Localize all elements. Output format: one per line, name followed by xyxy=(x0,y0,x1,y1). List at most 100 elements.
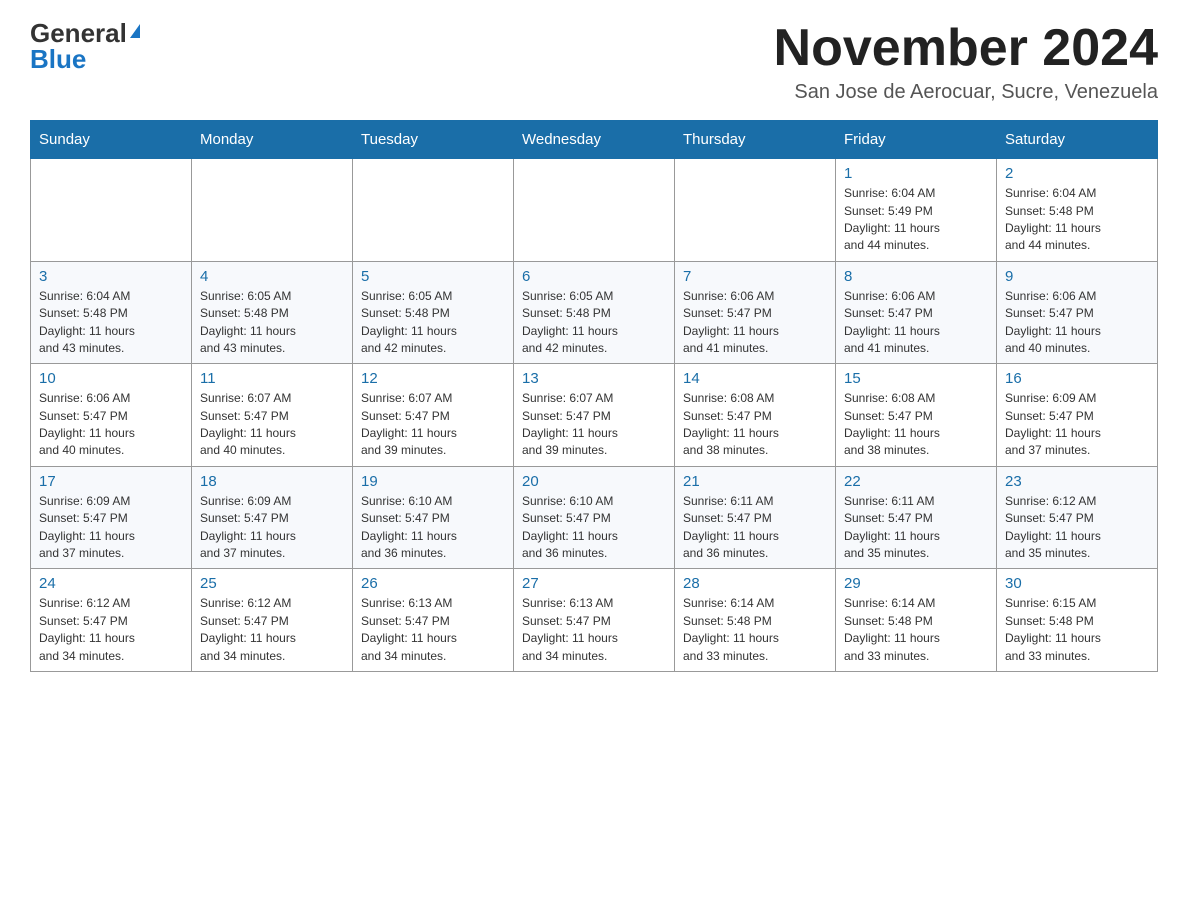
day-info: Sunrise: 6:04 AMSunset: 5:49 PMDaylight:… xyxy=(844,185,988,255)
day-number: 14 xyxy=(683,370,827,387)
day-header-monday: Monday xyxy=(192,121,353,159)
logo-triangle-icon xyxy=(130,24,140,38)
day-number: 2 xyxy=(1005,165,1149,182)
day-number: 7 xyxy=(683,268,827,285)
day-info: Sunrise: 6:14 AMSunset: 5:48 PMDaylight:… xyxy=(683,595,827,665)
day-number: 9 xyxy=(1005,268,1149,285)
calendar-cell: 28 Sunrise: 6:14 AMSunset: 5:48 PMDayligh… xyxy=(675,569,836,672)
day-info: Sunrise: 6:05 AMSunset: 5:48 PMDaylight:… xyxy=(361,288,505,358)
day-number: 13 xyxy=(522,370,666,387)
day-number: 3 xyxy=(39,268,183,285)
calendar-cell: 26 Sunrise: 6:13 AMSunset: 5:47 PMDayligh… xyxy=(353,569,514,672)
day-info: Sunrise: 6:06 AMSunset: 5:47 PMDaylight:… xyxy=(683,288,827,358)
calendar-cell: 27Sunrise: 6:13 AMSunset: 5:47 PMDayligh… xyxy=(514,569,675,672)
calendar-cell: 5 Sunrise: 6:05 AMSunset: 5:48 PMDaylight… xyxy=(353,261,514,364)
day-header-sunday: Sunday xyxy=(31,121,192,159)
day-info: Sunrise: 6:05 AMSunset: 5:48 PMDaylight:… xyxy=(522,288,666,358)
day-number: 12 xyxy=(361,370,505,387)
calendar-cell: 7 Sunrise: 6:06 AMSunset: 5:47 PMDaylight… xyxy=(675,261,836,364)
calendar-cell: 6 Sunrise: 6:05 AMSunset: 5:48 PMDaylight… xyxy=(514,261,675,364)
calendar-cell: 29 Sunrise: 6:14 AMSunset: 5:48 PMDayligh… xyxy=(836,569,997,672)
calendar-cell: 30Sunrise: 6:15 AMSunset: 5:48 PMDayligh… xyxy=(997,569,1158,672)
day-info: Sunrise: 6:13 AMSunset: 5:47 PMDaylight:… xyxy=(361,595,505,665)
calendar-cell: 19 Sunrise: 6:10 AMSunset: 5:47 PMDayligh… xyxy=(353,466,514,569)
calendar-cell: 22Sunrise: 6:11 AMSunset: 5:47 PMDayligh… xyxy=(836,466,997,569)
day-number: 25 xyxy=(200,575,344,592)
day-number: 5 xyxy=(361,268,505,285)
calendar-cell: 25 Sunrise: 6:12 AMSunset: 5:47 PMDayligh… xyxy=(192,569,353,672)
calendar-cell: 11Sunrise: 6:07 AMSunset: 5:47 PMDayligh… xyxy=(192,364,353,467)
day-info: Sunrise: 6:10 AMSunset: 5:47 PMDaylight:… xyxy=(361,493,505,563)
calendar-cell: 13Sunrise: 6:07 AMSunset: 5:47 PMDayligh… xyxy=(514,364,675,467)
day-header-wednesday: Wednesday xyxy=(514,121,675,159)
day-number: 20 xyxy=(522,473,666,490)
day-number: 28 xyxy=(683,575,827,592)
day-info: Sunrise: 6:09 AMSunset: 5:47 PMDaylight:… xyxy=(1005,390,1149,460)
day-info: Sunrise: 6:11 AMSunset: 5:47 PMDaylight:… xyxy=(844,493,988,563)
day-info: Sunrise: 6:07 AMSunset: 5:47 PMDaylight:… xyxy=(361,390,505,460)
calendar-cell xyxy=(353,159,514,262)
calendar-cell: 2 Sunrise: 6:04 AMSunset: 5:48 PMDaylight… xyxy=(997,159,1158,262)
week-row-4: 17 Sunrise: 6:09 AMSunset: 5:47 PMDayligh… xyxy=(31,466,1158,569)
week-row-2: 3Sunrise: 6:04 AMSunset: 5:48 PMDaylight… xyxy=(31,261,1158,364)
day-info: Sunrise: 6:09 AMSunset: 5:47 PMDaylight:… xyxy=(39,493,183,563)
week-row-5: 24 Sunrise: 6:12 AMSunset: 5:47 PMDayligh… xyxy=(31,569,1158,672)
calendar-cell: 20 Sunrise: 6:10 AMSunset: 5:47 PMDayligh… xyxy=(514,466,675,569)
day-info: Sunrise: 6:06 AMSunset: 5:47 PMDaylight:… xyxy=(844,288,988,358)
day-info: Sunrise: 6:04 AMSunset: 5:48 PMDaylight:… xyxy=(1005,185,1149,255)
calendar-header-row: SundayMondayTuesdayWednesdayThursdayFrid… xyxy=(31,121,1158,159)
calendar-table: SundayMondayTuesdayWednesdayThursdayFrid… xyxy=(30,120,1158,672)
calendar-cell: 1 Sunrise: 6:04 AMSunset: 5:49 PMDaylight… xyxy=(836,159,997,262)
day-info: Sunrise: 6:09 AMSunset: 5:47 PMDaylight:… xyxy=(200,493,344,563)
day-number: 23 xyxy=(1005,473,1149,490)
day-number: 18 xyxy=(200,473,344,490)
day-number: 24 xyxy=(39,575,183,592)
day-header-tuesday: Tuesday xyxy=(353,121,514,159)
day-info: Sunrise: 6:14 AMSunset: 5:48 PMDaylight:… xyxy=(844,595,988,665)
calendar-cell: 3Sunrise: 6:04 AMSunset: 5:48 PMDaylight… xyxy=(31,261,192,364)
day-header-friday: Friday xyxy=(836,121,997,159)
calendar-cell: 15 Sunrise: 6:08 AMSunset: 5:47 PMDayligh… xyxy=(836,364,997,467)
week-row-3: 10Sunrise: 6:06 AMSunset: 5:47 PMDayligh… xyxy=(31,364,1158,467)
day-number: 15 xyxy=(844,370,988,387)
calendar-cell: 12 Sunrise: 6:07 AMSunset: 5:47 PMDayligh… xyxy=(353,364,514,467)
calendar-cell: 18 Sunrise: 6:09 AMSunset: 5:47 PMDayligh… xyxy=(192,466,353,569)
calendar-cell: 4Sunrise: 6:05 AMSunset: 5:48 PMDaylight… xyxy=(192,261,353,364)
day-info: Sunrise: 6:07 AMSunset: 5:47 PMDaylight:… xyxy=(200,390,344,460)
location-title: San Jose de Aerocuar, Sucre, Venezuela xyxy=(774,81,1158,104)
calendar-cell: 23 Sunrise: 6:12 AMSunset: 5:47 PMDayligh… xyxy=(997,466,1158,569)
calendar-cell: 17 Sunrise: 6:09 AMSunset: 5:47 PMDayligh… xyxy=(31,466,192,569)
day-info: Sunrise: 6:10 AMSunset: 5:47 PMDaylight:… xyxy=(522,493,666,563)
day-info: Sunrise: 6:06 AMSunset: 5:47 PMDaylight:… xyxy=(1005,288,1149,358)
day-info: Sunrise: 6:08 AMSunset: 5:47 PMDaylight:… xyxy=(683,390,827,460)
day-number: 26 xyxy=(361,575,505,592)
day-number: 1 xyxy=(844,165,988,182)
day-info: Sunrise: 6:08 AMSunset: 5:47 PMDaylight:… xyxy=(844,390,988,460)
day-info: Sunrise: 6:12 AMSunset: 5:47 PMDaylight:… xyxy=(1005,493,1149,563)
day-number: 8 xyxy=(844,268,988,285)
day-number: 17 xyxy=(39,473,183,490)
day-number: 29 xyxy=(844,575,988,592)
calendar-cell xyxy=(675,159,836,262)
day-number: 10 xyxy=(39,370,183,387)
day-number: 19 xyxy=(361,473,505,490)
month-title: November 2024 xyxy=(774,20,1158,77)
day-info: Sunrise: 6:11 AMSunset: 5:47 PMDaylight:… xyxy=(683,493,827,563)
logo-general-text: General xyxy=(30,20,127,46)
title-block: November 2024 San Jose de Aerocuar, Sucr… xyxy=(774,20,1158,104)
calendar-cell: 8 Sunrise: 6:06 AMSunset: 5:47 PMDaylight… xyxy=(836,261,997,364)
day-info: Sunrise: 6:12 AMSunset: 5:47 PMDaylight:… xyxy=(200,595,344,665)
day-number: 6 xyxy=(522,268,666,285)
day-number: 4 xyxy=(200,268,344,285)
calendar-cell: 9 Sunrise: 6:06 AMSunset: 5:47 PMDaylight… xyxy=(997,261,1158,364)
calendar-cell: 14 Sunrise: 6:08 AMSunset: 5:47 PMDayligh… xyxy=(675,364,836,467)
calendar-cell: 16Sunrise: 6:09 AMSunset: 5:47 PMDayligh… xyxy=(997,364,1158,467)
logo-blue-text: Blue xyxy=(30,46,86,72)
day-number: 27 xyxy=(522,575,666,592)
calendar-cell: 10Sunrise: 6:06 AMSunset: 5:47 PMDayligh… xyxy=(31,364,192,467)
week-row-1: 1 Sunrise: 6:04 AMSunset: 5:49 PMDaylight… xyxy=(31,159,1158,262)
calendar-cell xyxy=(514,159,675,262)
calendar-cell xyxy=(31,159,192,262)
day-header-thursday: Thursday xyxy=(675,121,836,159)
page-header: General Blue November 2024 San Jose de A… xyxy=(30,20,1158,104)
